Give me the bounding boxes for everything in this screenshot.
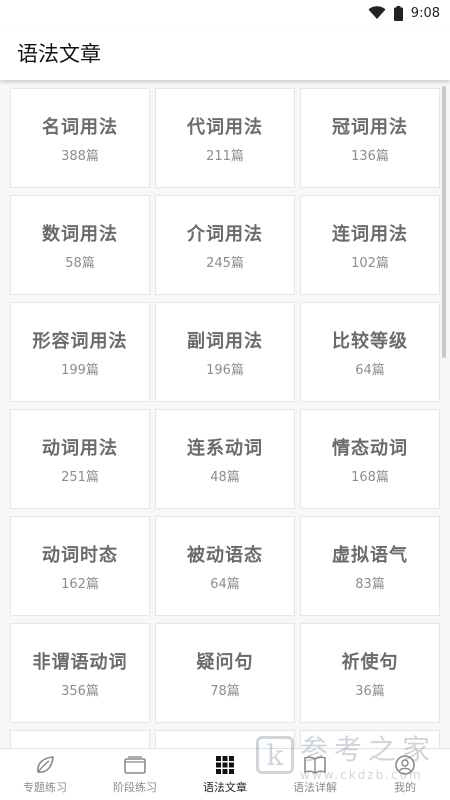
wifi-icon	[368, 6, 386, 19]
category-card[interactable]	[300, 730, 440, 748]
category-card[interactable]: 比较等级 64篇	[300, 302, 440, 402]
folder-icon	[124, 756, 146, 774]
category-count: 136篇	[351, 148, 389, 164]
category-count: 102篇	[351, 255, 389, 271]
category-card[interactable]: 代词用法 211篇	[155, 88, 295, 188]
category-name: 情态动词	[332, 437, 408, 459]
category-name: 连系动词	[187, 437, 263, 459]
category-count: 48篇	[210, 469, 240, 485]
status-bar: 9:08	[0, 0, 450, 26]
person-icon	[395, 755, 415, 775]
category-count: 251篇	[61, 469, 99, 485]
category-card[interactable]: 副词用法 196篇	[155, 302, 295, 402]
category-name: 动词用法	[42, 437, 118, 459]
nav-label: 我的	[394, 781, 416, 794]
category-grid: 名词用法 388篇 代词用法 211篇 冠词用法 136篇 数词用法 58篇 介词用法 245篇连…	[10, 88, 440, 748]
category-name: 疑问句	[196, 651, 254, 673]
category-count: 196篇	[206, 362, 244, 378]
category-name: 动词时态	[42, 544, 118, 566]
category-count: 64篇	[355, 362, 385, 378]
category-name: 比较等级	[332, 330, 408, 352]
category-name: 非谓语动词	[32, 651, 128, 673]
category-name: 副词用法	[187, 330, 263, 352]
category-name: 代词用法	[187, 116, 263, 138]
category-card[interactable]: 连系动词 48篇	[155, 409, 295, 509]
category-card[interactable]: 虚拟语气 83篇	[300, 516, 440, 616]
category-count: 388篇	[61, 148, 99, 164]
category-name: 虚拟语气	[332, 544, 408, 566]
category-count: 199篇	[61, 362, 99, 378]
page-title: 语法文章	[17, 42, 101, 66]
category-card[interactable]	[155, 730, 295, 748]
category-card[interactable]: 冠词用法 136篇	[300, 88, 440, 188]
category-card[interactable]: 非谓语动词 356篇	[10, 623, 150, 723]
nav-item-grammar-details[interactable]: 语法详解	[270, 749, 360, 800]
nav-item-mine[interactable]: 我的	[360, 749, 450, 800]
nav-label: 语法文章	[203, 781, 247, 794]
nav-label: 专题练习	[23, 781, 67, 794]
category-card[interactable]: 介词用法 245篇	[155, 195, 295, 295]
category-count: 83篇	[355, 576, 385, 592]
app-bar: 语法文章	[0, 26, 450, 80]
category-count: 78篇	[210, 683, 240, 699]
category-count: 64篇	[210, 576, 240, 592]
category-card[interactable]	[10, 730, 150, 748]
category-card[interactable]: 情态动词 168篇	[300, 409, 440, 509]
category-count: 211篇	[206, 148, 244, 164]
category-card[interactable]: 被动语态 64篇	[155, 516, 295, 616]
category-count: 36篇	[355, 683, 385, 699]
category-name: 形容词用法	[32, 330, 128, 352]
category-card[interactable]: 连词用法 102篇	[300, 195, 440, 295]
category-card[interactable]: 形容词用法 199篇	[10, 302, 150, 402]
nav-item-stage-practice[interactable]: 阶段练习	[90, 749, 180, 800]
nav-label: 阶段练习	[113, 781, 157, 794]
category-count: 162篇	[61, 576, 99, 592]
category-card[interactable]: 动词时态 162篇	[10, 516, 150, 616]
leaf-icon	[37, 756, 54, 773]
category-card[interactable]: 动词用法 251篇	[10, 409, 150, 509]
nav-item-topic-practice[interactable]: 专题练习	[0, 749, 90, 800]
nav-label: 语法详解	[293, 781, 337, 794]
category-name: 被动语态	[187, 544, 263, 566]
category-name: 冠词用法	[332, 116, 408, 138]
scrollbar[interactable]	[442, 86, 446, 358]
category-card[interactable]: 名词用法 388篇	[10, 88, 150, 188]
category-count: 356篇	[61, 683, 99, 699]
category-card[interactable]: 数词用法 58篇	[10, 195, 150, 295]
category-name: 祈使句	[341, 651, 399, 673]
category-count: 58篇	[65, 255, 95, 271]
category-card[interactable]: 祈使句 36篇	[300, 623, 440, 723]
category-count: 168篇	[351, 469, 389, 485]
status-time: 9:08	[410, 5, 440, 21]
battery-icon	[393, 5, 403, 21]
nav-item-grammar-articles[interactable]: 语法文章	[180, 749, 270, 800]
category-name: 数词用法	[42, 223, 118, 245]
book-icon	[304, 756, 326, 774]
category-list[interactable]: 名词用法 388篇 代词用法 211篇 冠词用法 136篇 数词用法 58篇 介词用法 245篇连…	[0, 80, 450, 748]
category-card[interactable]: 疑问句 78篇	[155, 623, 295, 723]
category-name: 介词用法	[187, 223, 263, 245]
category-name: 名词用法	[42, 116, 118, 138]
bottom-nav: 专题练习 阶段练习 语法文章 语法详解 我的	[0, 748, 450, 800]
category-name: 连词用法	[332, 223, 408, 245]
grid-icon	[216, 756, 234, 774]
category-count: 245篇	[206, 255, 244, 271]
